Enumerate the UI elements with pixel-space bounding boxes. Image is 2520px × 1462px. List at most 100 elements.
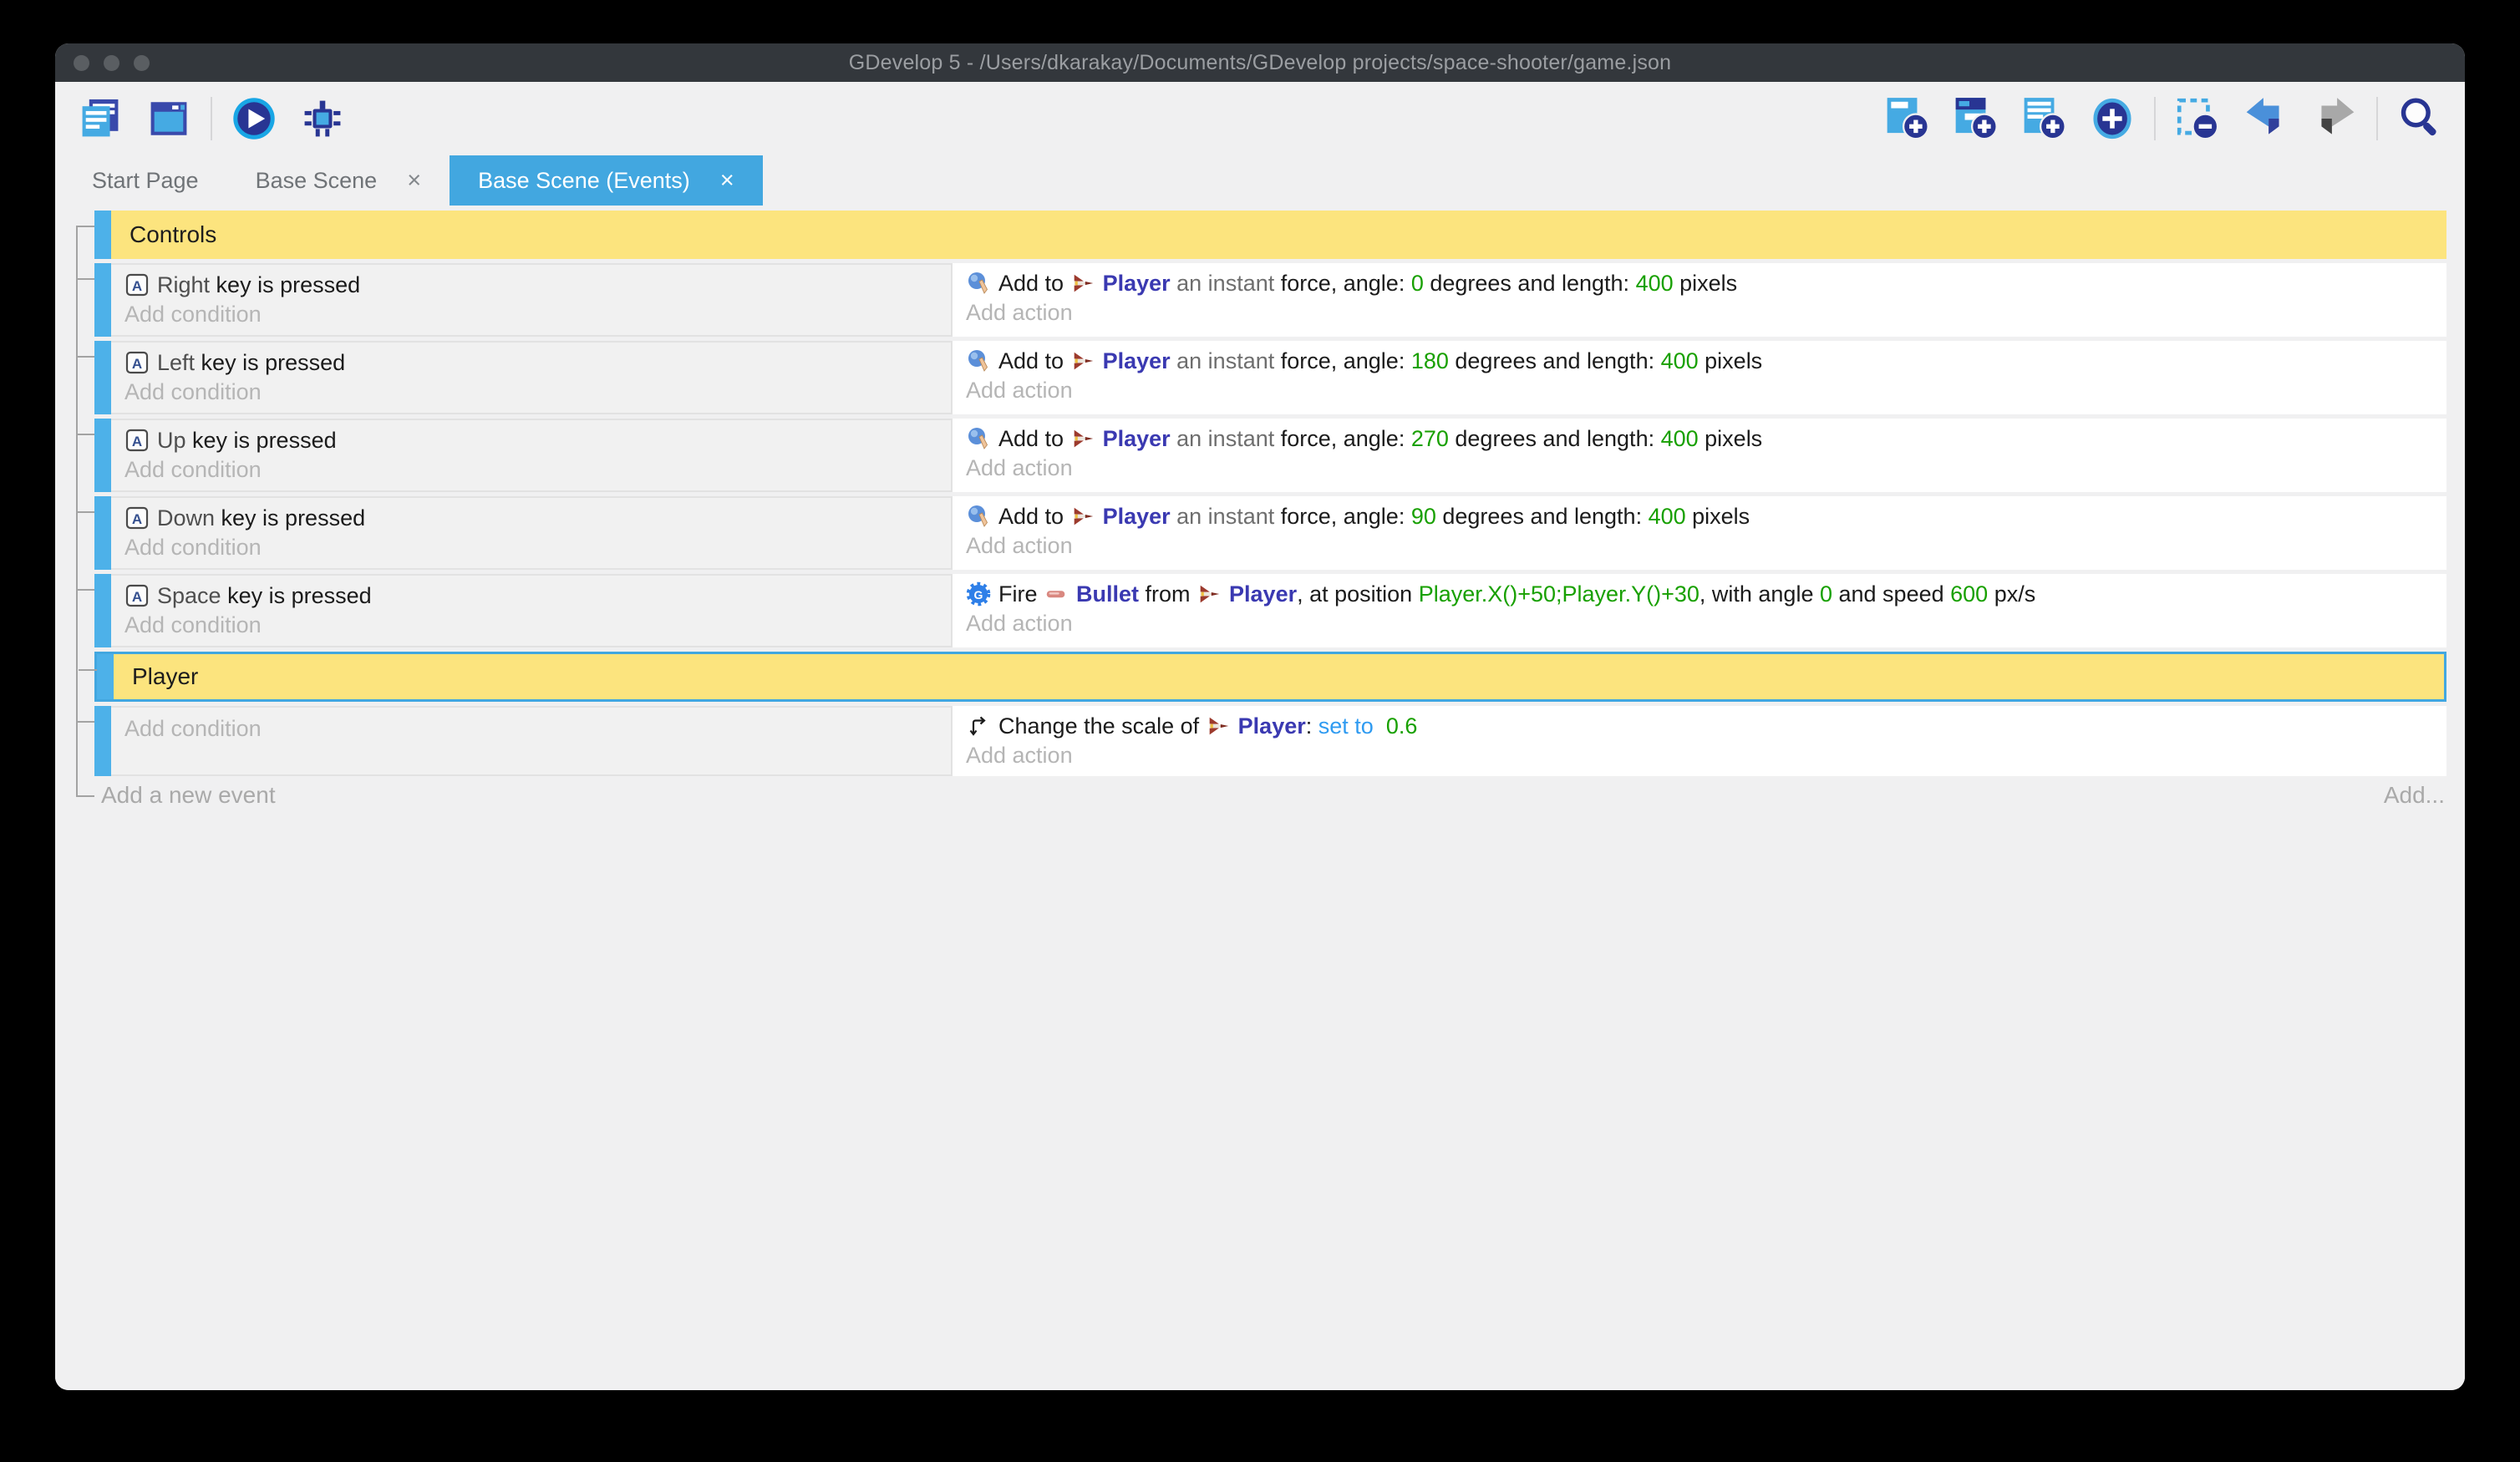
add-action-button[interactable]: Add action — [953, 452, 2446, 489]
condition-instruction[interactable]: ASpace key is pressed — [111, 576, 951, 609]
instruction-text: force, angle: — [1281, 503, 1411, 530]
keyboard-key-icon: A — [124, 350, 150, 375]
instruction-text: key is pressed — [192, 427, 337, 454]
condition-cell[interactable]: ARight key is pressedAdd condition — [111, 263, 953, 337]
add-condition-button[interactable]: Add condition — [111, 454, 951, 490]
undo-icon[interactable] — [2243, 95, 2289, 142]
event-row[interactable]: ALeft key is pressedAdd conditionAdd to … — [94, 341, 2446, 414]
add-condition-button[interactable]: Add condition — [111, 298, 951, 335]
instruction-text: Add to — [998, 425, 1070, 452]
condition-instruction[interactable]: ARight key is pressed — [111, 265, 951, 298]
events-footer: Add a new event Add... — [101, 782, 2445, 809]
event-handle-bar[interactable] — [94, 263, 111, 337]
action-cell[interactable]: Add to Player an instant force, angle: 2… — [953, 419, 2446, 492]
event-group-player[interactable]: Player — [94, 652, 2446, 702]
instruction-text: degrees and length: — [1449, 425, 1661, 452]
force-icon — [966, 271, 991, 296]
add-action-button[interactable]: Add action — [953, 607, 2446, 644]
search-icon[interactable] — [2396, 95, 2443, 142]
action-cell[interactable]: Add to Player an instant force, angle: 9… — [953, 496, 2446, 570]
action-instruction[interactable]: Add to Player an instant force, angle: 1… — [953, 341, 2446, 374]
add-new-event-button[interactable]: Add a new event — [101, 782, 276, 809]
instruction-text: 400 — [1661, 348, 1699, 374]
redo-icon[interactable] — [2311, 95, 2358, 142]
keyboard-key-icon: A — [124, 428, 150, 453]
event-handle-bar[interactable] — [94, 706, 111, 776]
condition-cell[interactable]: AUp key is pressedAdd condition — [111, 419, 953, 492]
event-handle-bar[interactable] — [94, 211, 111, 259]
condition-cell[interactable]: ASpace key is pressedAdd condition — [111, 574, 953, 647]
event-row[interactable]: ASpace key is pressedAdd conditionGFire … — [94, 574, 2446, 647]
event-handle-bar[interactable] — [94, 341, 111, 414]
preview-play-icon[interactable] — [231, 95, 277, 142]
instruction-text: 400 — [1661, 425, 1699, 452]
action-cell[interactable]: Add to Player an instant force, angle: 0… — [953, 263, 2446, 337]
instruction-text: Left — [157, 349, 201, 376]
add-condition-button[interactable]: Add condition — [111, 609, 951, 646]
instruction-text: force, angle: — [1281, 425, 1411, 452]
debug-icon[interactable] — [299, 95, 346, 142]
action-instruction[interactable]: Add to Player an instant force, angle: 9… — [953, 496, 2446, 530]
delete-selection-icon[interactable] — [2174, 95, 2221, 142]
add-condition-button[interactable]: Add condition — [111, 376, 951, 413]
action-instruction[interactable]: Change the scale of Player: set to 0.6 — [953, 706, 2446, 739]
bullet-icon — [1044, 581, 1069, 607]
action-cell[interactable]: GFire Bullet from Player, at position Pl… — [953, 574, 2446, 647]
add-condition-button[interactable]: Add condition — [111, 708, 951, 749]
condition-instruction[interactable]: ADown key is pressed — [111, 498, 951, 531]
action-cell[interactable]: Add to Player an instant force, angle: 1… — [953, 341, 2446, 414]
action-instruction[interactable]: GFire Bullet from Player, at position Pl… — [953, 574, 2446, 607]
event-row[interactable]: ADown key is pressedAdd conditionAdd to … — [94, 496, 2446, 570]
instruction-text: Player — [1103, 503, 1171, 530]
project-manager-icon[interactable] — [77, 95, 124, 142]
tab-start-page[interactable]: Start Page — [64, 155, 227, 206]
event-handle-bar[interactable] — [94, 419, 111, 492]
tab-close-icon[interactable]: × — [407, 169, 421, 193]
event-group-controls[interactable]: Controls — [94, 211, 2446, 259]
instruction-text: key is pressed — [221, 505, 366, 531]
add-condition-button[interactable]: Add condition — [111, 531, 951, 568]
condition-cell[interactable]: ADown key is pressedAdd condition — [111, 496, 953, 570]
svg-text:A: A — [132, 356, 142, 372]
condition-cell[interactable]: Add condition — [111, 706, 953, 776]
instruction-text: an instant — [1171, 503, 1281, 530]
add-event-icon[interactable] — [1883, 95, 1930, 142]
minimize-window-button[interactable] — [104, 55, 119, 71]
condition-instruction[interactable]: ALeft key is pressed — [111, 343, 951, 376]
svg-text:A: A — [132, 278, 142, 294]
start-scene-icon[interactable] — [145, 95, 192, 142]
instruction-text: Bullet — [1076, 581, 1139, 607]
close-window-button[interactable] — [74, 55, 89, 71]
condition-instruction[interactable]: AUp key is pressed — [111, 420, 951, 454]
tab-base-scene[interactable]: Base Scene × — [227, 155, 450, 206]
tab-base-scene-events[interactable]: Base Scene (Events) × — [450, 155, 763, 206]
add-comment-icon[interactable] — [2020, 95, 2067, 142]
event-handle-bar[interactable] — [94, 496, 111, 570]
add-action-button[interactable]: Add action — [953, 374, 2446, 411]
instruction-text: an instant — [1171, 348, 1281, 374]
player-ship-icon — [1070, 271, 1095, 296]
gdevelop-window: GDevelop 5 - /Users/dkarakay/Documents/G… — [55, 43, 2465, 1390]
zoom-window-button[interactable] — [134, 55, 150, 71]
add-more-button[interactable]: Add... — [2384, 782, 2445, 809]
add-action-button[interactable]: Add action — [953, 530, 2446, 566]
tab-close-icon[interactable]: × — [720, 169, 734, 193]
action-cell[interactable]: Change the scale of Player: set to 0.6Ad… — [953, 706, 2446, 776]
add-action-button[interactable]: Add action — [953, 739, 2446, 776]
event-row[interactable]: ARight key is pressedAdd conditionAdd to… — [94, 263, 2446, 337]
add-subevent-icon[interactable] — [1952, 95, 1999, 142]
event-handle-bar[interactable] — [94, 574, 111, 647]
instruction-text: Down — [157, 505, 221, 531]
choose-add-event-icon[interactable] — [2089, 95, 2136, 142]
action-instruction[interactable]: Add to Player an instant force, angle: 2… — [953, 419, 2446, 452]
tab-label: Base Scene — [256, 168, 378, 194]
event-row[interactable]: AUp key is pressedAdd conditionAdd to Pl… — [94, 419, 2446, 492]
action-instruction[interactable]: Add to Player an instant force, angle: 0… — [953, 263, 2446, 297]
condition-cell[interactable]: ALeft key is pressedAdd condition — [111, 341, 953, 414]
event-row[interactable]: Add conditionChange the scale of Player:… — [94, 706, 2446, 776]
event-handle-bar[interactable] — [97, 654, 114, 699]
main-toolbar — [55, 82, 2465, 155]
add-action-button[interactable]: Add action — [953, 297, 2446, 333]
toolbar-separator — [2154, 97, 2156, 140]
instruction-text: , at position — [1297, 581, 1419, 607]
